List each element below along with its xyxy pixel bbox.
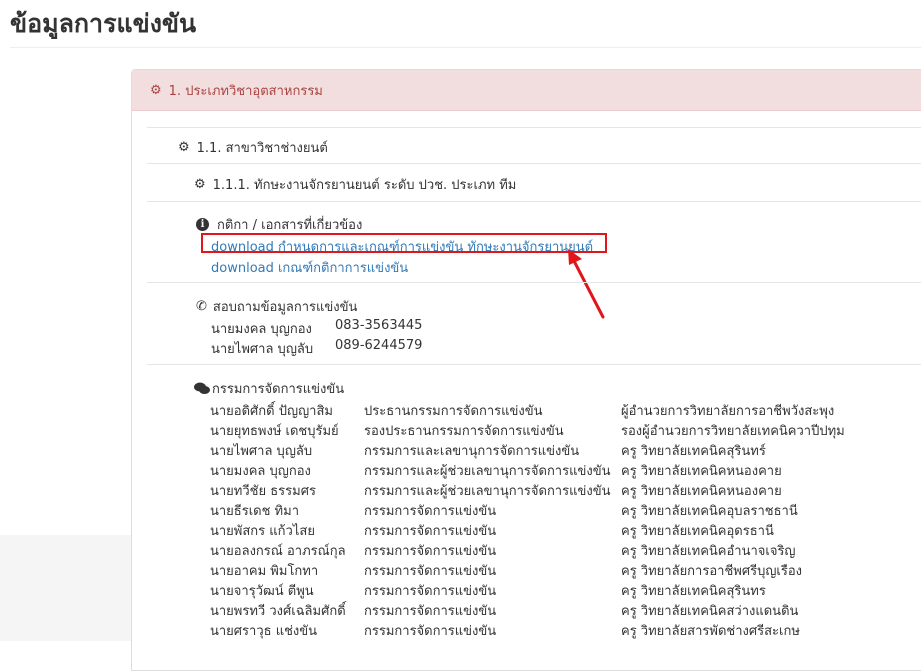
member-name: นายพัสกร แก้วไสย <box>210 524 315 539</box>
member-role: กรรมการและผู้ช่วยเลขานุการจัดการแข่งขัน <box>364 484 611 499</box>
competition-heading[interactable]: ⚙ 1.1.1. ทักษะงานจักรยานยนต์ ระดับ ปวช. … <box>194 174 516 195</box>
committee-title-label: กรรมการจัดการแข่งขัน <box>212 382 345 397</box>
page-title: ข้อมูลการแข่งขัน <box>10 9 197 38</box>
member-name: นายอดิศักดิ์ ปัญญาสิม <box>210 404 333 419</box>
member-org: รองผู้อำนวยการวิทยาลัยเทคนิควาปีปทุม <box>621 424 845 439</box>
branch-heading-label: 1.1. สาขาวิชาช่างยนต์ <box>196 141 328 156</box>
comments-icon <box>194 382 210 394</box>
sidebar-background <box>0 535 131 641</box>
member-role: ประธานกรรมการจัดการแข่งขัน <box>364 404 543 419</box>
member-org: ครู วิทยาลัยสารพัดช่างศรีสะเกษ <box>621 624 800 639</box>
member-name: นายอลงกรณ์ อาภรณ์กุล <box>210 544 346 559</box>
contact-name: นายมงคล บุญกอง <box>211 322 312 337</box>
committee-title: กรรมการจัดการแข่งขัน <box>194 378 344 399</box>
divider <box>147 201 921 202</box>
phone-icon: ✆ <box>196 299 207 314</box>
divider <box>147 127 921 128</box>
contact-phone: 089-6244579 <box>335 338 423 353</box>
divider <box>147 282 921 283</box>
contact-row: นายไพศาล บุญลับ 089-6244579 <box>211 338 422 359</box>
member-name: นายอาคม พิมโกทา <box>210 564 319 579</box>
member-role: กรรมการจัดการแข่งขัน <box>364 564 497 579</box>
member-name: นายมงคล บุญกอง <box>210 464 311 479</box>
member-org: ครู วิทยาลัยเทคนิคสว่างแดนดิน <box>621 604 799 619</box>
member-org: ครู วิทยาลัยเทคนิคสุรินทร์ <box>621 444 766 459</box>
download-rules-link[interactable]: download เกณฑ์กติกาการแข่งขัน <box>211 257 408 278</box>
gear-icon: ⚙ <box>150 82 162 98</box>
member-name: นายไพศาล บุญลับ <box>210 444 313 459</box>
member-name: นายศราวุธ แช่งขัน <box>210 624 318 639</box>
member-name: นายพรทวี วงศ์เฉลิมศักดิ์ <box>210 604 346 619</box>
member-org: ครู วิทยาลัยการอาชีพศรีบุญเรือง <box>621 564 802 579</box>
member-org: ครู วิทยาลัยเทคนิคหนองคาย <box>621 464 782 479</box>
inquiry-title: ✆ สอบถามข้อมูลการแข่งขัน <box>196 296 357 317</box>
member-role: กรรมการจัดการแข่งขัน <box>364 584 497 599</box>
contact-phone: 083-3563445 <box>335 318 423 333</box>
member-role: กรรมการและเลขานุการจัดการแข่งขัน <box>364 444 580 459</box>
title-divider <box>10 47 921 48</box>
member-org: ครู วิทยาลัยเทคนิคอำนาจเจริญ <box>621 544 796 559</box>
documents-title: i กติกา / เอกสารที่เกี่ยวข้อง <box>196 214 362 235</box>
contact-name: นายไพศาล บุญลับ <box>211 342 314 357</box>
member-role: กรรมการจัดการแข่งขัน <box>364 604 497 619</box>
category-heading[interactable]: ⚙ 1. ประเภทวิชาอุตสาหกรรม <box>132 70 921 111</box>
member-role: กรรมการจัดการแข่งขัน <box>364 624 497 639</box>
member-name: นายจารุวัฒน์ ตีพูน <box>210 584 314 599</box>
category-heading-label: 1. ประเภทวิชาอุตสาหกรรม <box>168 83 323 99</box>
member-name: นายทวีชัย ธรรมศร <box>210 484 316 499</box>
member-role: กรรมการจัดการแข่งขัน <box>364 524 497 539</box>
member-name: นายธีรเดช ทิมา <box>210 504 300 519</box>
gear-icon: ⚙ <box>178 140 190 155</box>
member-role: รองประธานกรรมการจัดการแข่งขัน <box>364 424 564 439</box>
inquiry-title-label: สอบถามข้อมูลการแข่งขัน <box>212 300 358 315</box>
member-org: ครู วิทยาลัยเทคนิคอุบลราชธานี <box>621 504 798 519</box>
member-org: ครู วิทยาลัยเทคนิคหนองคาย <box>621 484 782 499</box>
member-role: กรรมการและผู้ช่วยเลขานุการจัดการแข่งขัน <box>364 464 611 479</box>
member-role: กรรมการจัดการแข่งขัน <box>364 504 497 519</box>
member-org: ผู้อำนวยการวิทยาลัยการอาชีพวังสะพุง <box>621 404 835 419</box>
highlight-box <box>201 233 607 253</box>
member-name: นายยุทธพงษ์ เดชบุรัมย์ <box>210 424 339 439</box>
red-arrow-annotation <box>568 249 605 319</box>
divider <box>147 364 921 365</box>
divider <box>147 163 921 164</box>
member-org: ครู วิทยาลัยเทคนิคอุดรธานี <box>621 524 774 539</box>
competition-heading-label: 1.1.1. ทักษะงานจักรยานยนต์ ระดับ ปวช. ปร… <box>212 178 517 193</box>
branch-heading[interactable]: ⚙ 1.1. สาขาวิชาช่างยนต์ <box>178 137 328 158</box>
member-org: ครู วิทยาลัยเทคนิคสุรินทร <box>621 584 766 599</box>
documents-title-label: กติกา / เอกสารที่เกี่ยวข้อง <box>217 218 363 233</box>
contact-row: นายมงคล บุญกอง 083-3563445 <box>211 318 422 339</box>
gear-icon: ⚙ <box>194 177 206 192</box>
info-icon: i <box>196 218 209 231</box>
member-role: กรรมการจัดการแข่งขัน <box>364 544 497 559</box>
